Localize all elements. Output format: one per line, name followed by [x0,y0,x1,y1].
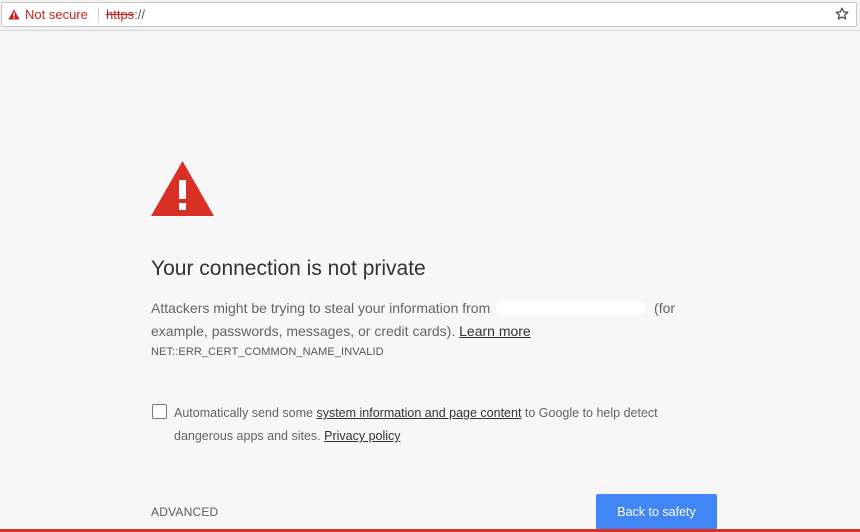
redacted-hostname [496,301,647,315]
extended-reporting-option: Automatically send some system informati… [151,402,681,448]
star-outline-icon[interactable] [834,6,850,22]
learn-more-link[interactable]: Learn more [459,323,531,339]
page-title: Your connection is not private [151,257,426,280]
send-report-checkbox[interactable] [152,404,167,419]
back-to-safety-button[interactable]: Back to safety [596,494,717,530]
system-information-link[interactable]: system information and page content [316,406,521,420]
url-remainder: :// [134,7,146,22]
browser-toolbar: Not secure https:// [0,0,860,31]
warning-triangle-icon [8,9,20,20]
message-prefix: Attackers might be trying to steal your … [151,300,491,316]
reporting-prefix: Automatically send some [174,406,313,420]
error-code: NET::ERR_CERT_COMMON_NAME_INVALID [151,346,384,358]
security-indicator[interactable]: Not secure [8,3,88,26]
omnibox-divider [98,7,99,22]
security-label: Not secure [25,7,88,22]
address-bar[interactable]: Not secure https:// [1,2,857,27]
url-text[interactable]: https:// [106,3,145,26]
url-scheme: https [106,7,135,22]
reporting-label: Automatically send some system informati… [174,402,681,448]
privacy-policy-link[interactable]: Privacy policy [324,429,400,443]
main-message: Attackers might be trying to steal your … [151,297,711,342]
advanced-button[interactable]: ADVANCED [151,505,218,519]
warning-triangle-icon [151,161,214,216]
